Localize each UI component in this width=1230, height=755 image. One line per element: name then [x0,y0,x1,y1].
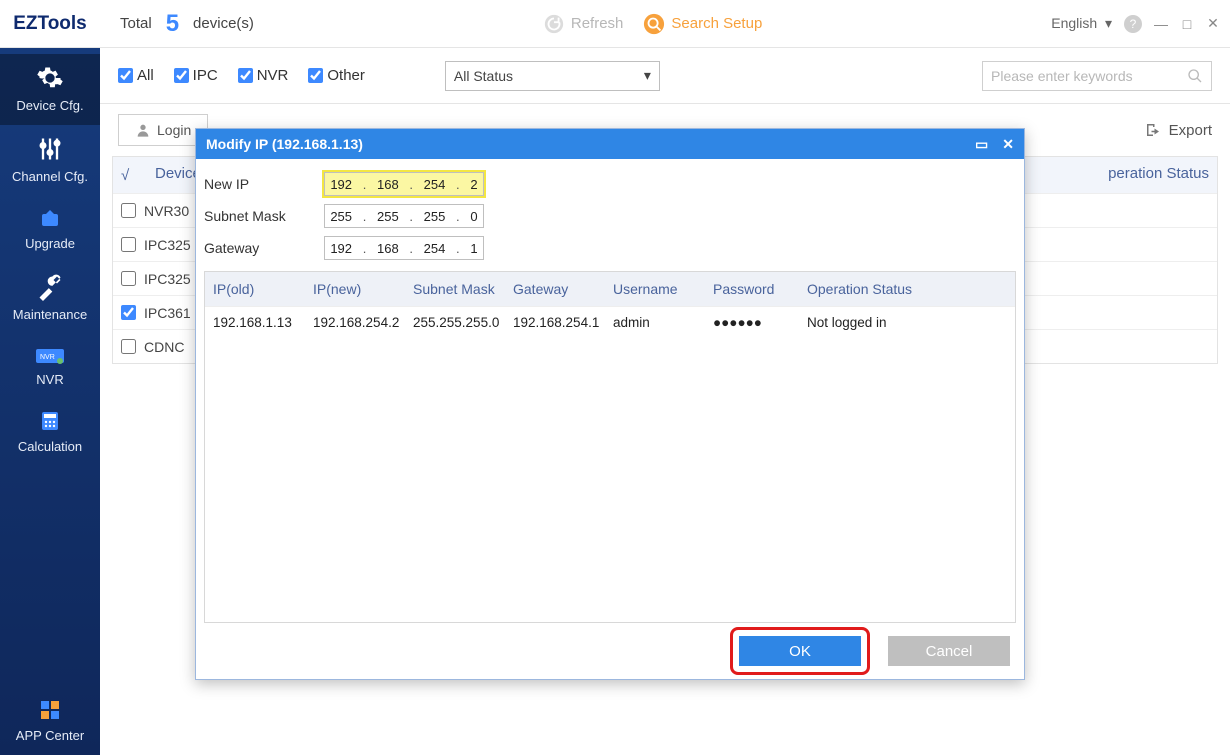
refresh-label: Refresh [571,15,624,32]
modify-ip-dialog: Modify IP (192.168.1.13) ▭ ✕ New IP 192.… [195,128,1025,680]
col-opstatus[interactable]: Operation Status [803,281,1011,297]
row-subnet: Subnet Mask 255. 255. 255. 0 [204,201,1016,231]
filter-all[interactable]: All [118,67,154,84]
tools-icon [36,273,64,301]
search-setup-label: Search Setup [671,15,762,32]
row-gateway: Gateway 192. 168. 254. 1 [204,233,1016,263]
sidebar-label: Maintenance [13,307,87,322]
svg-text:NVR: NVR [40,354,55,361]
row-checkbox[interactable] [121,203,136,218]
col-username[interactable]: Username [609,281,709,297]
dialog-maximize-icon[interactable]: ▭ [975,136,988,153]
total-label: Total [120,15,152,32]
sidebar-label: Channel Cfg. [12,169,88,184]
sidebar-item-calculation[interactable]: Calculation [0,399,100,466]
devices-label: device(s) [193,15,254,32]
modify-ip-grid: IP(old) IP(new) Subnet Mask Gateway User… [204,271,1016,623]
window-minimize-icon[interactable]: — [1154,17,1168,31]
calculator-icon [37,409,63,433]
cell-ip-old: 192.168.1.13 [209,315,309,330]
status-select[interactable]: All Status ▾ [445,61,660,91]
device-total: Total 5 device(s) [120,10,254,38]
language-selector[interactable]: English ▾ [1051,15,1112,32]
window-maximize-icon[interactable]: □ [1180,17,1194,31]
gateway-label: Gateway [204,240,324,256]
filter-other[interactable]: Other [308,67,365,84]
sidebar-item-maintenance[interactable]: Maintenance [0,263,100,334]
sidebar-item-device-cfg[interactable]: Device Cfg. [0,54,100,125]
login-label: Login [157,122,191,138]
search-setup-icon [643,13,665,35]
user-icon [135,122,151,138]
gear-icon [36,64,64,92]
status-value: All Status [454,68,513,84]
col-gateway[interactable]: Gateway [509,281,609,297]
sidebar-label: NVR [36,372,63,387]
cell-ip-new: 192.168.254.2 [309,315,409,330]
refresh-button[interactable]: Refresh [543,13,624,35]
cell-gateway: 192.168.254.1 [509,315,609,330]
header-check[interactable]: √ [121,167,147,184]
dialog-title: Modify IP (192.168.1.13) [206,136,363,152]
sidebar: Device Cfg. Channel Cfg. Upgrade Mainten… [0,48,100,755]
export-button[interactable]: Export [1143,121,1212,139]
grid-header: IP(old) IP(new) Subnet Mask Gateway User… [205,272,1015,306]
new-ip-label: New IP [204,176,324,192]
row-checkbox[interactable] [121,237,136,252]
col-password[interactable]: Password [709,281,803,297]
dialog-titlebar[interactable]: Modify IP (192.168.1.13) ▭ ✕ [196,129,1024,159]
filter-nvr[interactable]: NVR [238,67,289,84]
keyword-search[interactable] [982,61,1212,91]
chevron-down-icon: ▾ [644,67,651,84]
cancel-button[interactable]: Cancel [888,636,1010,666]
help-icon[interactable]: ? [1124,15,1142,33]
export-label: Export [1169,122,1212,139]
sidebar-item-nvr[interactable]: NVR NVR [0,334,100,399]
sidebar-label: APP Center [16,728,84,743]
cell-username: admin [609,315,709,330]
nvr-icon: NVR [35,344,65,366]
top-bar: EZTools Total 5 device(s) Refresh Search… [0,0,1230,48]
app-brand: EZTools [0,13,100,35]
cell-opstatus: Not logged in [803,315,1011,330]
grid-row[interactable]: 192.168.1.13 192.168.254.2 255.255.255.0… [205,306,1015,338]
export-icon [1143,121,1163,139]
sidebar-item-upgrade[interactable]: Upgrade [0,196,100,263]
sidebar-item-app-center[interactable]: APP Center [0,688,100,755]
cell-password: ●●●●●● [709,315,803,330]
total-count: 5 [166,10,179,38]
sidebar-label: Device Cfg. [16,98,83,113]
apps-icon [38,698,62,722]
window-close-icon[interactable]: ✕ [1206,17,1220,31]
col-subnet[interactable]: Subnet Mask [409,281,509,297]
filter-row: All IPC NVR Other All Status ▾ [100,48,1230,104]
sidebar-label: Calculation [18,439,82,454]
sidebar-label: Upgrade [25,236,75,251]
dialog-close-icon[interactable]: ✕ [1002,136,1014,153]
sliders-icon [36,135,64,163]
subnet-input[interactable]: 255. 255. 255. 0 [324,204,484,228]
search-input[interactable] [991,68,1187,84]
row-checkbox[interactable] [121,305,136,320]
gateway-input[interactable]: 192. 168. 254. 1 [324,236,484,260]
upgrade-icon [36,206,64,230]
filter-ipc[interactable]: IPC [174,67,218,84]
search-setup-button[interactable]: Search Setup [643,13,762,35]
col-ip-new[interactable]: IP(new) [309,281,409,297]
new-ip-input[interactable]: 192. 168. 254. 2 [324,172,484,196]
row-new-ip: New IP 192. 168. 254. 2 [204,169,1016,199]
subnet-label: Subnet Mask [204,208,324,224]
row-checkbox[interactable] [121,339,136,354]
search-icon [1187,68,1203,84]
refresh-icon [543,13,565,35]
dialog-footer: OK Cancel [196,623,1024,679]
col-ip-old[interactable]: IP(old) [209,281,309,297]
row-checkbox[interactable] [121,271,136,286]
ok-button[interactable]: OK [739,636,861,666]
ok-highlight: OK [730,627,870,675]
header-opstat[interactable]: Operation Status [1039,165,1209,186]
sidebar-item-channel-cfg[interactable]: Channel Cfg. [0,125,100,196]
cell-subnet: 255.255.255.0 [409,315,509,330]
